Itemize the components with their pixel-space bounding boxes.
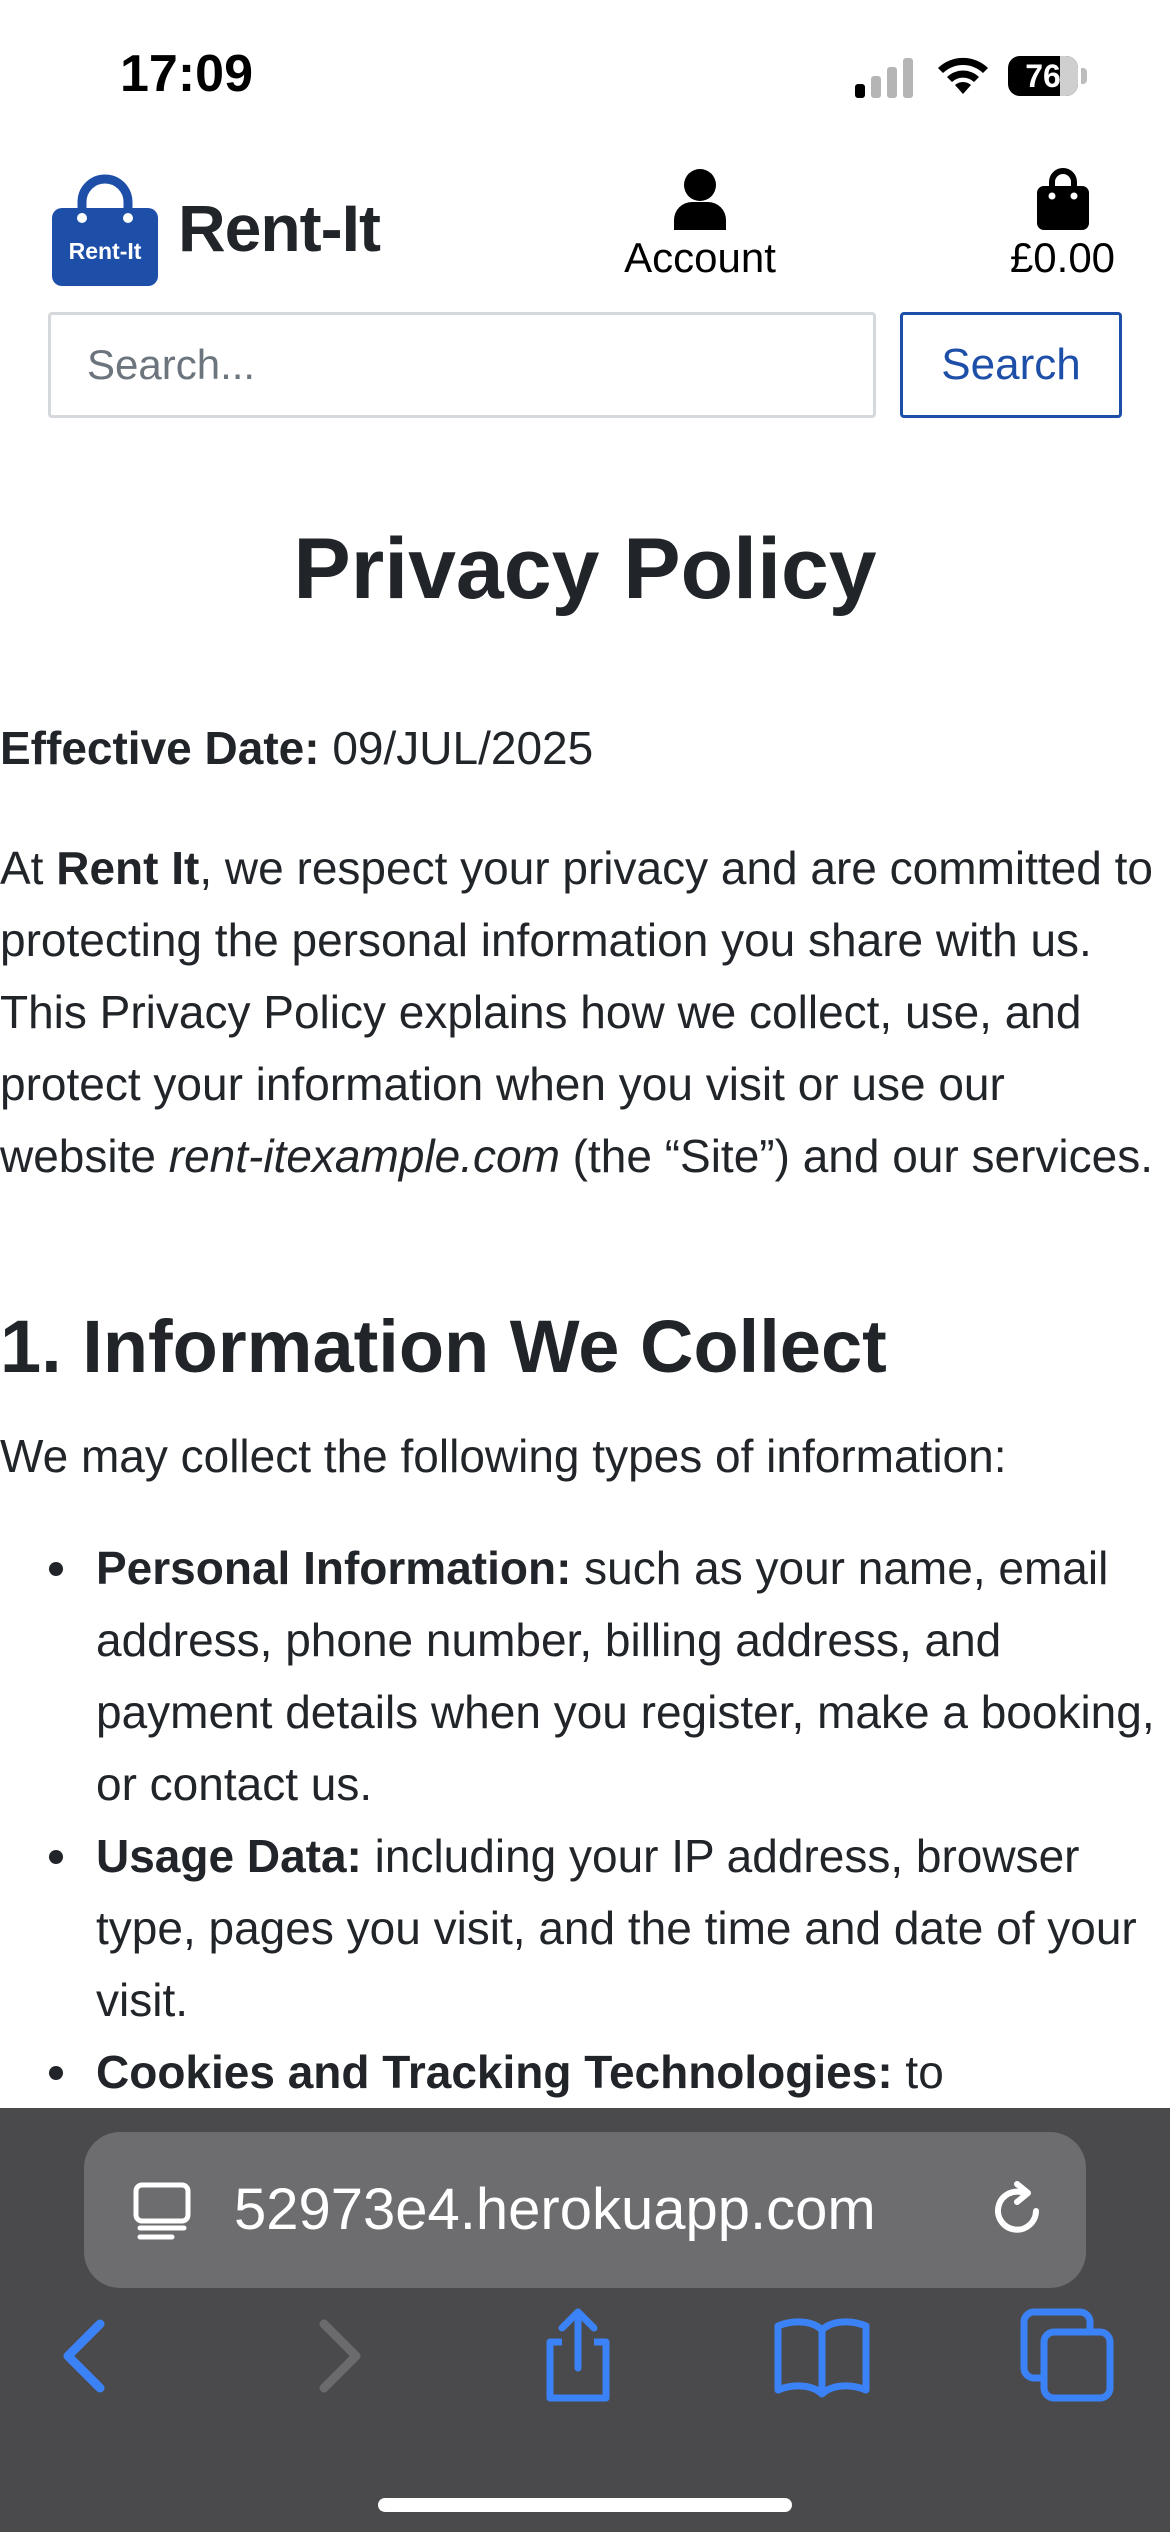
page-title: Privacy Policy xyxy=(293,521,877,617)
user-icon xyxy=(674,169,726,230)
account-link[interactable]: Account xyxy=(590,168,810,282)
status-time: 17:09 xyxy=(120,45,253,103)
intro-suffix: (the “Site”) and our services. xyxy=(559,1130,1153,1182)
list-item: Personal Information: such as your name,… xyxy=(49,1532,1166,1820)
intro-paragraph: At Rent It, we respect your privacy and … xyxy=(0,832,1165,1192)
list-item-text: to xyxy=(892,2046,944,2098)
search-input[interactable] xyxy=(48,312,876,418)
shopping-bag-icon xyxy=(1036,168,1089,230)
home-indicator xyxy=(378,2498,792,2512)
search-button[interactable]: Search xyxy=(900,312,1122,418)
list-item: Usage Data: including your IP address, b… xyxy=(49,1820,1166,2036)
list-item-label: Personal Information: xyxy=(96,1542,572,1594)
list-item-label: Cookies and Tracking Technologies: xyxy=(96,2046,893,2098)
logo-text: Rent-It xyxy=(69,238,142,264)
intro-prefix: At xyxy=(0,842,57,894)
status-bar: 17:09 76 xyxy=(0,0,1170,150)
account-label: Account xyxy=(624,234,776,281)
effective-date-label: Effective Date: xyxy=(0,722,320,774)
browser-toolbar: 52973e4.herokuapp.com xyxy=(0,2108,1170,2532)
company-name: Rent It xyxy=(56,842,200,894)
information-list: Personal Information: such as your name,… xyxy=(0,1532,1166,2108)
battery-icon: 76 xyxy=(1008,56,1088,96)
forward-arrow-icon[interactable] xyxy=(288,2306,388,2406)
reload-icon[interactable] xyxy=(984,2178,1050,2244)
list-item-label: Usage Data: xyxy=(96,1830,362,1882)
effective-date: Effective Date: 09/JUL/2025 xyxy=(0,712,1165,784)
back-arrow-icon[interactable] xyxy=(36,2306,136,2406)
rent-it-logo[interactable]: Rent-It xyxy=(48,172,162,288)
list-item: Cookies and Tracking Technologies: to xyxy=(49,2036,1166,2108)
url-text[interactable]: 52973e4.herokuapp.com xyxy=(234,2176,1034,2243)
section-heading-information-we-collect: 1. Information We Collect xyxy=(0,1305,887,1388)
effective-date-value: 09/JUL/2025 xyxy=(319,722,594,774)
brand-name[interactable]: Rent-It xyxy=(178,190,381,266)
bookmarks-icon[interactable] xyxy=(772,2306,872,2406)
section-lead: We may collect the following types of in… xyxy=(0,1430,1007,1482)
tabs-icon[interactable] xyxy=(1018,2306,1118,2406)
cart-total: £0.00 xyxy=(1009,234,1116,281)
page-menu-icon[interactable] xyxy=(132,2182,192,2240)
site-name: rent-itexample.com xyxy=(168,1130,560,1182)
battery-level: 76 xyxy=(1025,58,1061,94)
cellular-signal-icon xyxy=(855,58,913,98)
cart-link[interactable]: £0.00 xyxy=(970,168,1155,282)
share-icon[interactable] xyxy=(528,2306,628,2406)
address-bar[interactable]: 52973e4.herokuapp.com xyxy=(84,2132,1086,2288)
wifi-icon xyxy=(938,57,988,94)
